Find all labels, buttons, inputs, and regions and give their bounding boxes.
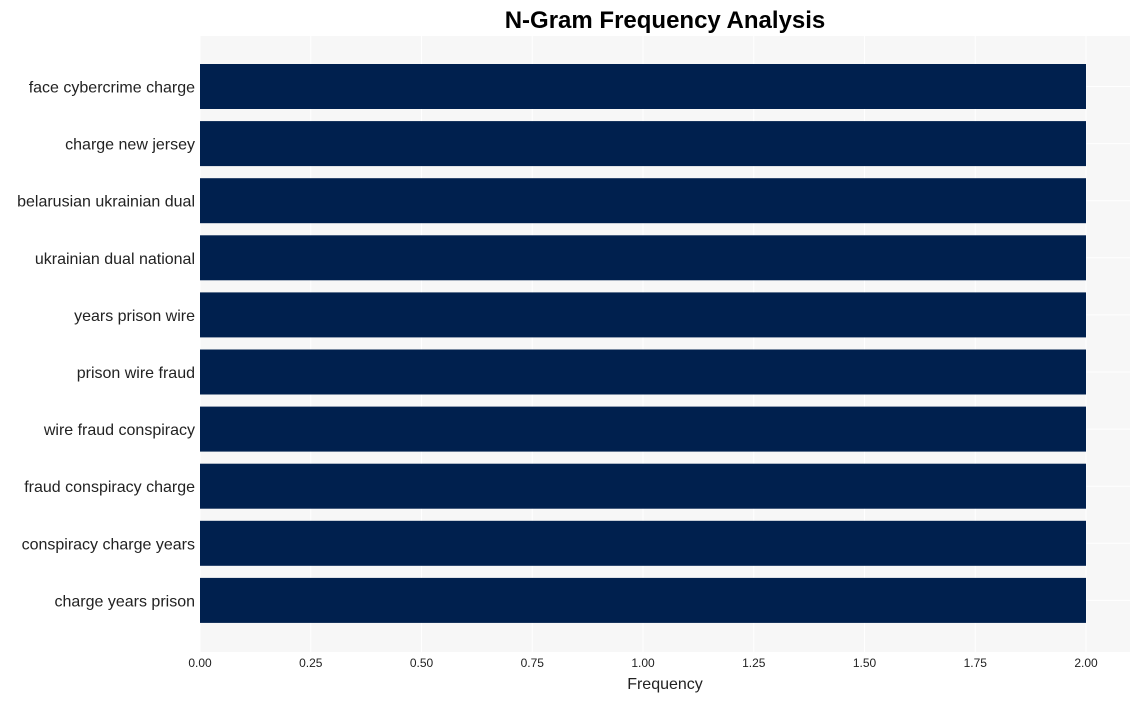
bar-4	[200, 292, 1086, 338]
x-tick-label-6: 1.50	[853, 656, 877, 670]
x-tick-label-8: 2.00	[1074, 656, 1098, 670]
y-tick-label-7: fraud conspiracy charge	[24, 479, 195, 496]
y-tick-label-9: charge years prison	[54, 593, 195, 610]
bar-5	[200, 349, 1086, 395]
y-tick-label-2: belarusian ukrainian dual	[17, 194, 195, 211]
bar-0	[200, 64, 1086, 109]
x-tick-label-4: 1.00	[631, 656, 655, 670]
y-tick-label-1: charge new jersey	[65, 137, 195, 154]
y-tick-label-3: ukrainian dual national	[35, 251, 195, 268]
x-tick-label-7: 1.75	[964, 656, 988, 670]
y-tick-label-6: wire fraud conspiracy	[43, 422, 195, 439]
y-tick-label-4: years prison wire	[74, 308, 195, 325]
x-tick-label-5: 1.25	[742, 656, 766, 670]
y-tick-label-5: prison wire fraud	[77, 365, 195, 382]
x-tick-label-3: 0.75	[521, 656, 545, 670]
x-axis-label: Frequency	[627, 676, 703, 693]
bar-3	[200, 235, 1086, 281]
bar-1	[200, 121, 1086, 167]
bar-6	[200, 406, 1086, 452]
y-tick-label-8: conspiracy charge years	[22, 536, 195, 553]
bar-2	[200, 178, 1086, 224]
chart-title: N-Gram Frequency Analysis	[505, 7, 826, 34]
bar-7	[200, 463, 1086, 509]
bar-9	[200, 577, 1086, 623]
x-tick-label-0: 0.00	[188, 656, 212, 670]
x-tick-label-1: 0.25	[299, 656, 323, 670]
chart: face cybercrime charge charge new jersey b…	[17, 7, 1130, 693]
y-tick-label-0: face cybercrime charge	[29, 80, 195, 97]
x-tick-labels: 0.00 0.25 0.50 0.75 1.00 1.25 1.50 1.75 2.00	[188, 656, 1098, 670]
x-tick-label-2: 0.50	[410, 656, 434, 670]
bar-8	[200, 520, 1086, 566]
y-tick-labels: face cybercrime charge charge new jersey b…	[17, 80, 195, 611]
